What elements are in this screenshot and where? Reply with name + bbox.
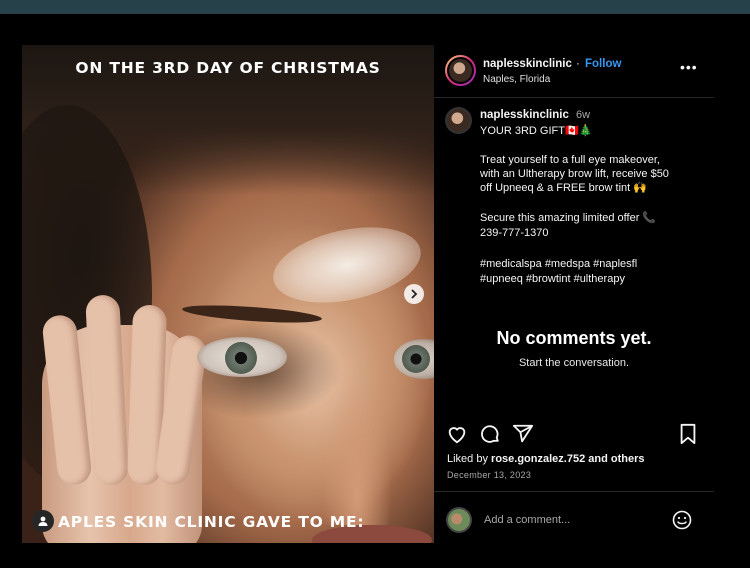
post-image: ON THE 3RD DAY OF CHRISTMAS APLES SKIN C… <box>22 45 434 543</box>
caption-line: Treat yourself to a full eye makeover, <box>480 154 660 166</box>
follow-button[interactable]: Follow <box>585 58 621 70</box>
comment-icon[interactable] <box>479 423 501 450</box>
bookmark-icon[interactable] <box>678 423 698 450</box>
post-date[interactable]: December 13, 2023 <box>447 470 531 480</box>
comment-input[interactable]: Add a comment... <box>484 514 570 526</box>
heart-icon[interactable] <box>446 423 468 450</box>
phone-number: 239-777-1370 <box>480 227 549 239</box>
share-icon[interactable] <box>512 423 534 450</box>
caption-line: YOUR 3RD GIFT🇨🇦🎄 <box>480 125 593 137</box>
more-options-icon[interactable]: ••• <box>680 59 698 75</box>
hand <box>41 294 209 543</box>
caption-username[interactable]: naplesskinclinic <box>480 109 569 121</box>
no-comments-subtitle: Start the conversation. <box>518 357 630 369</box>
action-bar <box>434 423 714 447</box>
post-sidebar: naplesskinclinic · Follow Naples, Florid… <box>434 45 714 543</box>
caption-avatar[interactable] <box>445 107 472 134</box>
post-time-ago[interactable]: 6w <box>576 109 590 121</box>
caption-line: with an Ultherapy brow lift, receive $50 <box>480 168 669 180</box>
image-title-overlay: ON THE 3RD DAY OF CHRISTMAS <box>75 59 381 77</box>
header-username[interactable]: naplesskinclinic <box>483 58 572 70</box>
image-bottom-overlay: APLES SKIN CLINIC GAVE TO ME: <box>58 513 365 531</box>
caption-line: off Upneeq & a FREE brow tint 🙌 <box>480 182 647 194</box>
hashtags[interactable]: #upneeq #browtint #ultherapy <box>480 272 625 286</box>
current-user-avatar <box>446 507 472 533</box>
hashtags[interactable]: #medicalspa #medspa #naplesfl <box>480 257 637 271</box>
no-comments-title: No comments yet. <box>496 328 652 348</box>
chevron-right-icon <box>411 289 418 299</box>
tag-user-icon[interactable] <box>32 510 54 532</box>
window-top-band <box>0 0 750 14</box>
likes-summary[interactable]: Liked by rose.gonzalez.752 and others <box>447 453 645 465</box>
liked-by-user[interactable]: rose.gonzalez.752 <box>491 453 585 465</box>
separator-dot: · <box>576 58 580 70</box>
post-header: naplesskinclinic · Follow Naples, Florid… <box>434 45 714 98</box>
likes-others[interactable]: and others <box>588 453 644 465</box>
next-image-button[interactable] <box>404 284 424 304</box>
likes-prefix: Liked by <box>447 453 488 465</box>
emoji-icon[interactable] <box>672 510 692 535</box>
location-link[interactable]: Naples, Florida <box>483 74 550 85</box>
comment-composer: Add a comment... <box>434 491 714 544</box>
caption-line: Secure this amazing limited offer 📞 <box>480 212 657 224</box>
avatar[interactable] <box>445 55 476 86</box>
